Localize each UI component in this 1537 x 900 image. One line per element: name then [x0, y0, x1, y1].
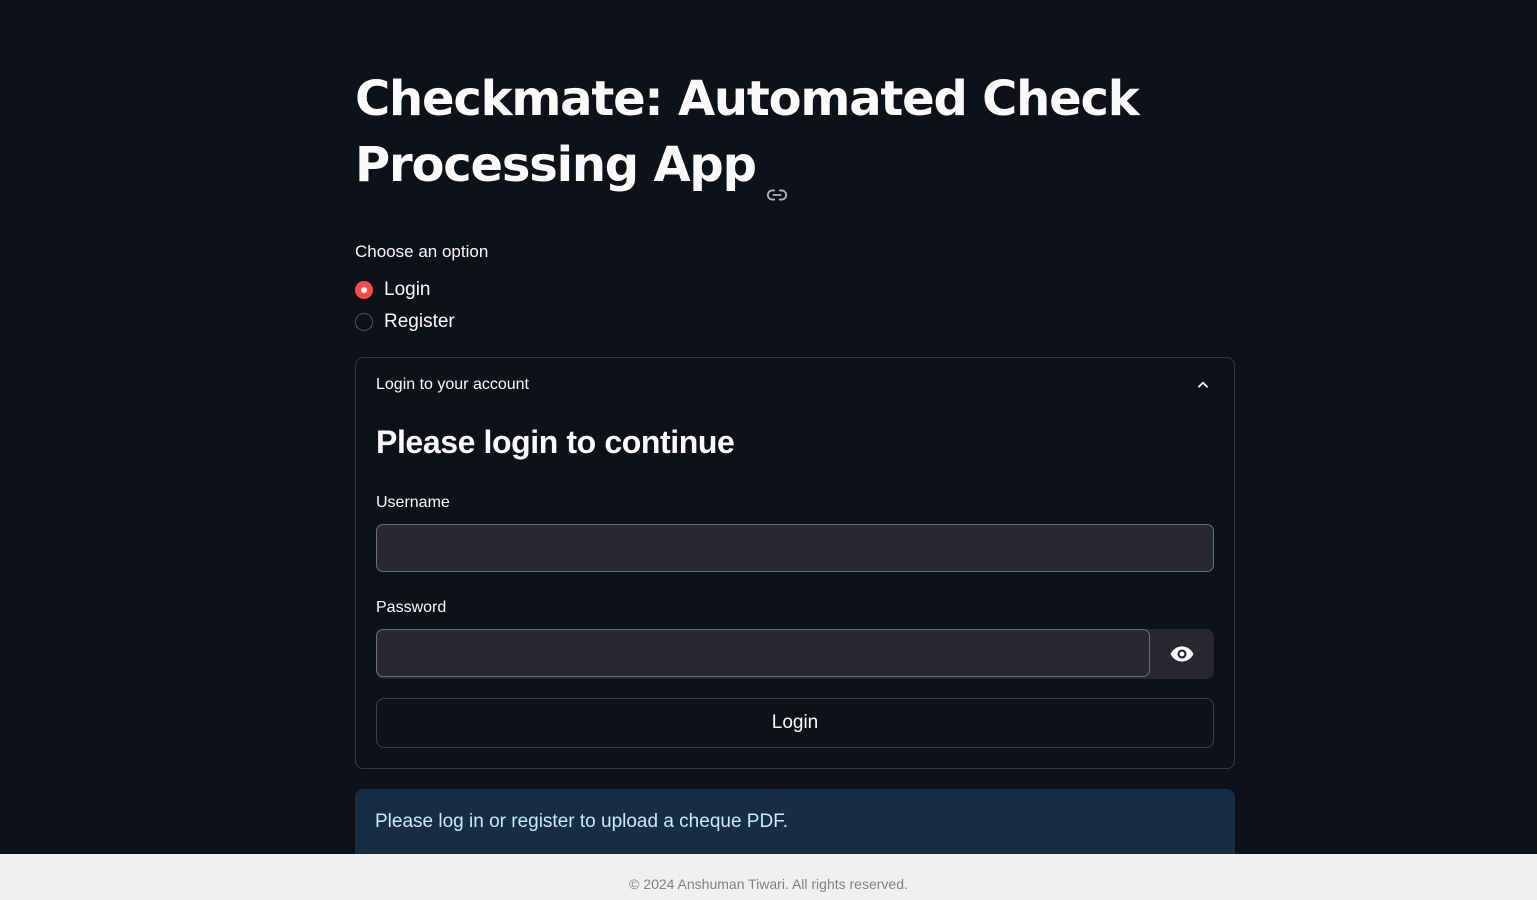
password-input[interactable] [376, 629, 1150, 677]
radio-unselected-icon[interactable] [355, 313, 373, 331]
footer-copyright: © 2024 Anshuman Tiwari. All rights reser… [629, 876, 908, 892]
info-alert: Please log in or register to upload a ch… [355, 789, 1235, 859]
info-message: Please log in or register to upload a ch… [375, 811, 788, 832]
chevron-up-icon[interactable] [1196, 378, 1210, 392]
radio-option-register[interactable]: Register [355, 308, 455, 336]
radio-option-label: Login [384, 279, 431, 300]
radio-option-login[interactable]: Login [355, 276, 431, 304]
login-heading: Please login to continue [376, 424, 735, 460]
password-field [376, 629, 1214, 679]
password-label: Password [376, 599, 447, 616]
username-input[interactable] [376, 524, 1214, 572]
login-button[interactable]: Login [376, 698, 1214, 748]
username-label: Username [376, 494, 450, 511]
radio-selected-icon[interactable] [355, 281, 373, 299]
link-icon[interactable] [766, 157, 788, 201]
option-label: Choose an option [355, 242, 489, 261]
login-expander: Login to your account Please login to co… [355, 357, 1235, 769]
footer: © 2024 Anshuman Tiwari. All rights reser… [0, 854, 1537, 900]
title-block: Checkmate: Automated Check Processing Ap… [355, 66, 1235, 201]
radio-option-label: Register [384, 311, 455, 332]
app-page: Checkmate: Automated Check Processing Ap… [0, 0, 1537, 900]
expander-header[interactable]: Login to your account [376, 376, 529, 394]
eye-icon[interactable] [1150, 629, 1214, 679]
page-title: Checkmate: Automated Check Processing Ap… [355, 66, 1235, 201]
page-title-text: Checkmate: Automated Check Processing Ap… [355, 71, 1140, 193]
